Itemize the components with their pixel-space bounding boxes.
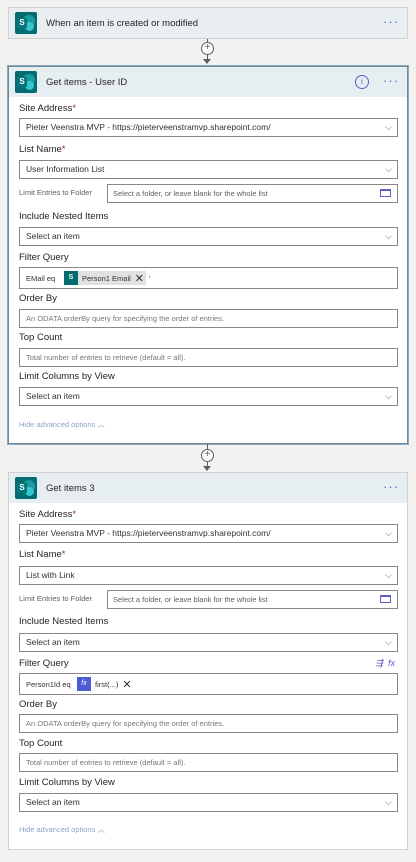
filter-query-label: Filter Query (19, 252, 69, 263)
arrow-down-icon (203, 466, 211, 471)
more-options-icon[interactable]: ··· (383, 73, 399, 88)
trigger-title: When an item is created or modified (46, 17, 199, 29)
chevron-down-icon: ⌵ (385, 391, 392, 401)
filter-query-input[interactable]: EMail eq S Person1 Email ✕ ' (19, 267, 398, 289)
filter-suffix: ' (149, 274, 151, 283)
filter-query-input[interactable]: Person1Id eq fx first(...) ✕ (19, 673, 398, 695)
list-name-label: List Name* (19, 549, 66, 560)
more-options-icon[interactable]: ··· (383, 14, 399, 29)
token-label: first(...) (95, 679, 119, 689)
chevron-down-icon: ⌵ (385, 797, 392, 807)
sharepoint-icon: S (15, 477, 37, 499)
limit-folder-row: Limit Entries to Folder Select a folder,… (19, 590, 398, 609)
site-address-label: Site Address* (19, 103, 77, 114)
add-step-icon[interactable]: + (201, 449, 214, 462)
chevron-down-icon: ⌵ (385, 637, 392, 647)
limit-columns-label: Limit Columns by View (19, 371, 115, 382)
nested-items-label: Include Nested Items (19, 616, 109, 627)
required-mark: * (72, 509, 77, 520)
hide-advanced-options-link[interactable]: Hide advanced options ︿ (19, 824, 105, 835)
expression-icons[interactable]: ⇶ fx (375, 658, 395, 669)
card-title: Get items - User ID (46, 76, 128, 88)
top-count-input[interactable]: Total number of entries to retrieve (def… (19, 753, 398, 772)
token-label: Person1 Email (82, 273, 131, 283)
fx-icon: fx (77, 677, 91, 691)
list-name-dropdown[interactable]: List with Link ⌵ (19, 566, 398, 585)
top-count-label: Top Count (19, 332, 63, 343)
chevron-down-icon: ⌵ (385, 570, 392, 580)
nested-items-label: Include Nested Items (19, 211, 109, 222)
dynamic-content-icon[interactable]: ⇶ (375, 658, 383, 668)
limit-folder-label: Limit Entries to Folder (19, 188, 92, 197)
limit-columns-label: Limit Columns by View (19, 777, 115, 788)
site-address-label: Site Address* (19, 509, 77, 520)
list-name-label: List Name* (19, 144, 66, 155)
fx-icon[interactable]: fx (388, 658, 395, 668)
required-mark: * (72, 103, 77, 114)
hide-advanced-options-link[interactable]: Hide advanced options ︿ (19, 419, 105, 430)
limit-folder-input[interactable]: Select a folder, or leave blank for the … (107, 184, 398, 203)
chevron-down-icon: ⌵ (385, 231, 392, 241)
dynamic-content-token[interactable]: S Person1 Email ✕ (64, 271, 146, 285)
required-mark: * (61, 549, 66, 560)
add-step-icon[interactable]: + (201, 42, 214, 55)
chevron-up-icon: ︿ (97, 825, 105, 834)
order-by-input[interactable]: An ODATA orderBy query for specifying th… (19, 714, 398, 733)
arrow-down-icon (203, 59, 211, 64)
nested-items-dropdown[interactable]: Select an item ⌵ (19, 633, 398, 652)
trigger-card[interactable]: S When an item is created or modified ··… (8, 7, 408, 39)
filter-text: Person1Id eq (26, 680, 71, 689)
limit-folder-label: Limit Entries to Folder (19, 594, 92, 603)
site-address-dropdown[interactable]: Pieter Veenstra MVP - https://pieterveen… (19, 524, 398, 543)
required-mark: * (61, 144, 66, 155)
card-header[interactable]: S Get items 3 ··· (9, 473, 407, 503)
site-address-dropdown[interactable]: Pieter Veenstra MVP - https://pieterveen… (19, 118, 398, 137)
limit-columns-dropdown[interactable]: Select an item ⌵ (19, 793, 398, 812)
limit-folder-row: Limit Entries to Folder Select a folder,… (19, 184, 398, 203)
folder-icon[interactable] (380, 189, 391, 197)
nested-items-dropdown[interactable]: Select an item ⌵ (19, 227, 398, 246)
sharepoint-icon: S (15, 12, 37, 34)
top-count-input[interactable]: Total number of entries to retrieve (def… (19, 348, 398, 367)
limit-columns-dropdown[interactable]: Select an item ⌵ (19, 387, 398, 406)
limit-folder-input[interactable]: Select a folder, or leave blank for the … (107, 590, 398, 609)
order-by-label: Order By (19, 293, 58, 304)
folder-icon[interactable] (380, 595, 391, 603)
chevron-up-icon: ︿ (97, 420, 105, 429)
more-options-icon[interactable]: ··· (383, 479, 399, 494)
sharepoint-icon: S (64, 271, 78, 285)
list-name-dropdown[interactable]: User Information List ⌵ (19, 160, 398, 179)
chevron-down-icon: ⌵ (385, 122, 392, 132)
sharepoint-icon: S (15, 71, 37, 93)
order-by-label: Order By (19, 699, 58, 710)
chevron-down-icon: ⌵ (385, 164, 392, 174)
expression-token[interactable]: fx first(...) ✕ (77, 677, 134, 691)
card-title: Get items 3 (46, 482, 95, 494)
order-by-input[interactable]: An ODATA orderBy query for specifying th… (19, 309, 398, 328)
filter-text: EMail eq (26, 274, 56, 283)
filter-query-label: Filter Query (19, 658, 69, 669)
close-icon[interactable]: ✕ (135, 272, 144, 285)
chevron-down-icon: ⌵ (385, 528, 392, 538)
top-count-label: Top Count (19, 738, 63, 749)
trigger-header[interactable]: S When an item is created or modified ··… (9, 8, 407, 38)
close-icon[interactable]: ✕ (122, 678, 131, 691)
get-items-3-card[interactable]: S Get items 3 ··· Site Address* Pieter V… (8, 472, 408, 850)
card-header[interactable]: S Get items - User ID i ··· (9, 67, 407, 97)
info-icon[interactable]: i (355, 75, 369, 89)
get-items-user-id-card[interactable]: S Get items - User ID i ··· Site Address… (8, 66, 408, 444)
